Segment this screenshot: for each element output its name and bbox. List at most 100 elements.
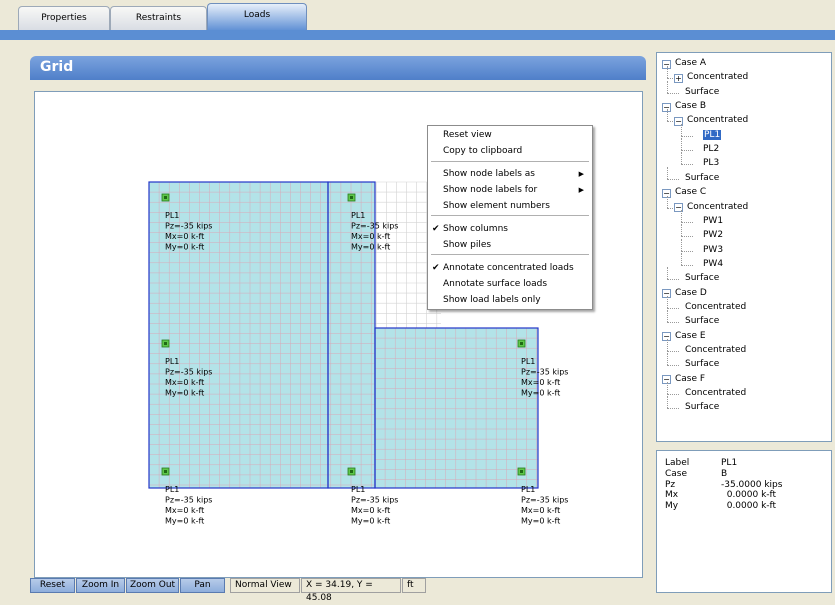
tree-connector bbox=[667, 279, 679, 281]
tree-item[interactable]: Surface bbox=[685, 359, 719, 370]
tree-item[interactable]: Concentrated bbox=[687, 202, 748, 213]
tree-item[interactable]: Case B bbox=[675, 101, 706, 112]
tree-item[interactable]: Case C bbox=[675, 187, 706, 198]
tree-connector bbox=[667, 207, 673, 209]
tree-item-label: Surface bbox=[685, 273, 720, 284]
menu-item-label: Annotate surface loads bbox=[443, 279, 548, 289]
tab-loads[interactable]: Loads bbox=[207, 3, 307, 31]
menu-separator bbox=[431, 161, 589, 162]
tree-item[interactable]: Concentrated bbox=[687, 72, 748, 83]
menu-item-label: Reset view bbox=[443, 130, 492, 140]
tree-item-label: Case B bbox=[675, 101, 707, 112]
tree-item[interactable]: PW1 bbox=[703, 216, 723, 227]
node-label: Pz=-35 kips bbox=[521, 496, 568, 505]
tab-properties[interactable]: Properties bbox=[18, 6, 110, 30]
expand-icon[interactable]: + bbox=[674, 73, 683, 83]
property-row: Mx 0.0000 k-ft bbox=[665, 490, 825, 501]
pan-button[interactable]: Pan bbox=[180, 578, 225, 593]
tree-item[interactable]: Surface bbox=[685, 273, 719, 284]
units-field: ft bbox=[402, 578, 426, 593]
tree-item[interactable]: Case E bbox=[675, 331, 706, 342]
tree-item-label: PW4 bbox=[703, 258, 724, 269]
menu-item-label: Show columns bbox=[443, 224, 508, 234]
tree-item[interactable]: Concentrated bbox=[687, 115, 748, 126]
tree-item[interactable]: Concentrated bbox=[685, 345, 746, 356]
tree-item[interactable]: PL2 bbox=[703, 144, 719, 155]
tree-item-label: PL2 bbox=[703, 144, 720, 155]
menu-separator bbox=[431, 254, 589, 255]
property-key: Mx bbox=[665, 490, 679, 501]
tree-item[interactable]: Surface bbox=[685, 316, 719, 327]
node-center bbox=[350, 196, 353, 199]
tree-item[interactable]: Surface bbox=[685, 87, 719, 98]
tree-item[interactable]: Surface bbox=[685, 173, 719, 184]
node-label: PL1 bbox=[165, 211, 179, 220]
menu-item[interactable]: Reset view bbox=[428, 127, 592, 143]
tree-connector bbox=[667, 339, 668, 351]
zoom-in-button[interactable]: Zoom In bbox=[76, 578, 125, 593]
tree-item[interactable]: Case F bbox=[675, 374, 705, 385]
property-key: Label bbox=[665, 458, 690, 468]
menu-item[interactable]: Show element numbers bbox=[428, 198, 592, 214]
menu-item[interactable]: Show load labels only bbox=[428, 292, 592, 308]
tree-connector bbox=[681, 221, 693, 223]
node-label: My=0 k-ft bbox=[351, 243, 390, 252]
tree-connector bbox=[667, 322, 679, 324]
coordinates-readout: X = 34.19, Y = 45.08 bbox=[301, 578, 401, 603]
tree-item[interactable]: Case A bbox=[675, 58, 706, 69]
tree-item-label: Concentrated bbox=[685, 301, 747, 312]
zoom-out-button[interactable]: Zoom Out bbox=[126, 578, 179, 593]
property-row: Case B bbox=[665, 469, 825, 480]
node-center bbox=[164, 196, 167, 199]
node-label: Pz=-35 kips bbox=[521, 368, 568, 377]
node-label: Mx=0 k-ft bbox=[521, 378, 560, 387]
menu-item[interactable]: Show node labels for ▶ bbox=[428, 182, 592, 198]
tree-item[interactable]: Concentrated bbox=[685, 388, 746, 399]
context-menu: Reset view Copy to clipboard Show node lab… bbox=[427, 125, 593, 310]
menu-item[interactable]: ✔ Show columns bbox=[428, 221, 592, 237]
node-center bbox=[520, 470, 523, 473]
menu-item[interactable]: Show node labels as ▶ bbox=[428, 166, 592, 182]
tree-item[interactable]: Case D bbox=[675, 288, 707, 299]
tree-item-label: Concentrated bbox=[687, 115, 749, 126]
tree-connector bbox=[681, 138, 682, 151]
menu-item[interactable]: ✔ Annotate concentrated loads bbox=[428, 260, 592, 276]
tree-item-label: Concentrated bbox=[687, 72, 749, 83]
tree-item[interactable]: PW3 bbox=[703, 245, 723, 256]
menu-item-label: Copy to clipboard bbox=[443, 146, 523, 156]
tree-item-label: Surface bbox=[685, 402, 720, 413]
property-key: Pz bbox=[665, 479, 676, 490]
tree-connector bbox=[667, 353, 668, 366]
tree-connector bbox=[667, 394, 679, 396]
tree-item-label: Case D bbox=[675, 287, 707, 298]
property-value: 0.0000 k-ft bbox=[721, 490, 777, 501]
view-mode-field: Normal View bbox=[230, 578, 300, 593]
tree-item[interactable]: Concentrated bbox=[685, 302, 746, 313]
tree-item[interactable]: PW2 bbox=[703, 230, 723, 241]
node-label: Pz=-35 kips bbox=[351, 496, 398, 505]
property-value: PL1 bbox=[721, 458, 738, 468]
tree-item[interactable]: PL3 bbox=[703, 158, 719, 169]
tab-restraints[interactable]: Restraints bbox=[110, 6, 207, 30]
node-label: Mx=0 k-ft bbox=[521, 506, 560, 515]
tree-item-label: PW1 bbox=[703, 215, 724, 226]
node-label: Pz=-35 kips bbox=[165, 368, 212, 377]
tree-item[interactable]: PL1 bbox=[703, 129, 722, 141]
tree-item[interactable]: PW4 bbox=[703, 259, 723, 270]
submenu-arrow-icon: ▶ bbox=[578, 170, 584, 178]
tab-bar: Properties Restraints Loads bbox=[0, 0, 835, 31]
reset-button[interactable]: Reset bbox=[30, 578, 75, 593]
menu-separator bbox=[431, 215, 589, 216]
menu-item[interactable]: Annotate surface loads bbox=[428, 276, 592, 292]
node-label: Pz=-35 kips bbox=[165, 496, 212, 505]
load-case-tree[interactable]: − Case A + Concentrated Surface − Case B − Conce… bbox=[656, 52, 832, 442]
tree-connector bbox=[667, 80, 668, 93]
grid-header: Grid bbox=[30, 56, 646, 80]
menu-item[interactable]: Show piles bbox=[428, 237, 592, 253]
menu-item[interactable]: Copy to clipboard bbox=[428, 143, 592, 159]
tree-item[interactable]: Surface bbox=[685, 402, 719, 413]
tree-connector bbox=[667, 351, 679, 352]
tree-connector bbox=[667, 178, 679, 180]
tree-connector bbox=[667, 195, 668, 208]
property-row: Label PL1 bbox=[665, 458, 825, 469]
